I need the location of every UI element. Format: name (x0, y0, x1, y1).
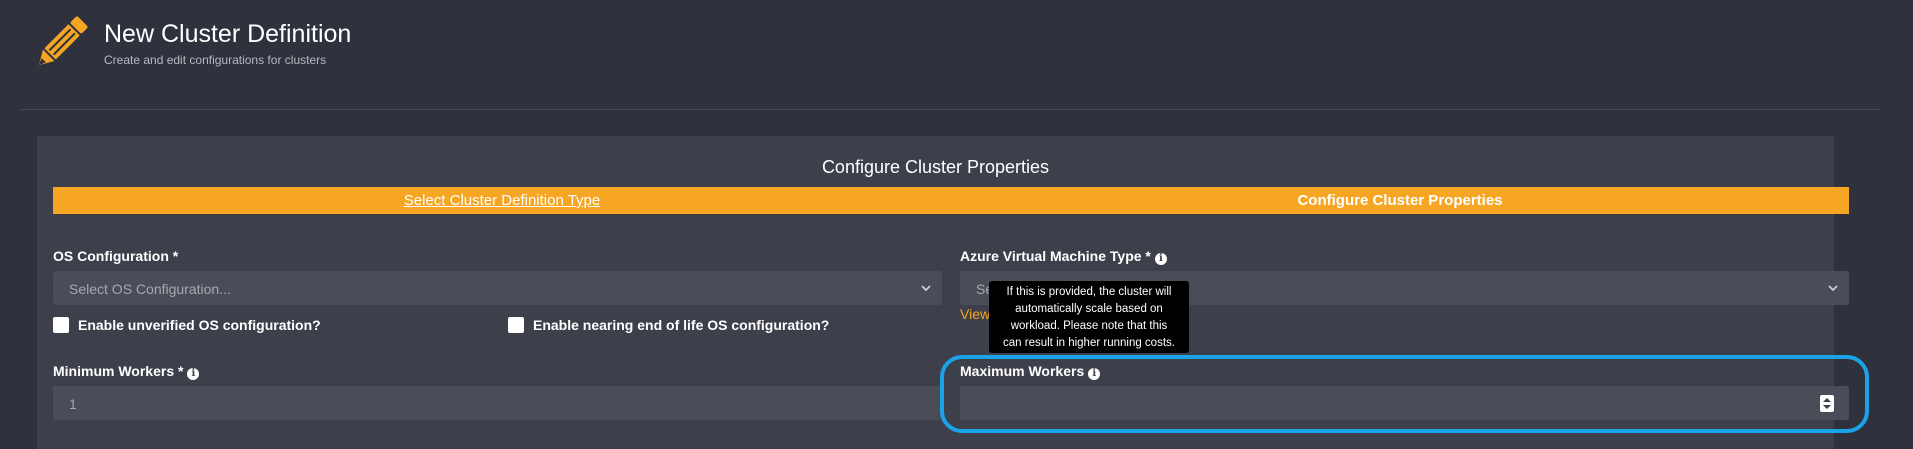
eol-os-row[interactable]: Enable nearing end of life OS configurat… (508, 317, 829, 333)
max-workers-tooltip: If this is provided, the cluster will au… (989, 281, 1189, 353)
os-config-label-text: OS Configuration * (53, 248, 179, 264)
os-config-label: OS Configuration * (53, 248, 178, 264)
unverified-os-checkbox[interactable] (53, 317, 69, 333)
header-divider (20, 109, 1880, 110)
info-icon[interactable]: i (1154, 253, 1167, 265)
page-header: New Cluster Definition Create and edit c… (0, 0, 1913, 110)
vm-type-label-text: Azure Virtual Machine Type * (960, 248, 1151, 264)
chevron-down-icon (921, 285, 931, 292)
eol-os-checkbox[interactable] (508, 317, 524, 333)
step-select-definition-type[interactable]: Select Cluster Definition Type (53, 187, 951, 214)
unverified-os-row[interactable]: Enable unverified OS configuration? (53, 317, 321, 333)
view-vm-types-link[interactable]: View (960, 306, 990, 322)
step-configure-properties: Configure Cluster Properties (1297, 192, 1503, 209)
tooltip-line: workload. Please note that this (1010, 320, 1168, 332)
min-workers-value: 1 (69, 396, 77, 412)
unverified-os-label: Enable unverified OS configuration? (78, 317, 321, 333)
chevron-down-icon (1828, 285, 1838, 292)
tooltip-line: can result in higher running costs. (1003, 337, 1175, 349)
eol-os-label: Enable nearing end of life OS configurat… (533, 317, 830, 333)
tooltip-line: automatically scale based on (1015, 303, 1163, 315)
min-workers-label-text: Minimum Workers * (53, 363, 184, 379)
panel-title: Configure Cluster Properties (821, 157, 1050, 177)
os-config-placeholder: Select OS Configuration... (69, 281, 231, 297)
pencil-icon (38, 16, 88, 66)
vm-type-label: Azure Virtual Machine Type * i (960, 248, 1167, 265)
min-workers-input[interactable]: 1 (53, 386, 942, 420)
info-icon[interactable]: i (187, 368, 200, 380)
step-bar: Select Cluster Definition Type Configure… (53, 187, 1849, 214)
page-title: New Cluster Definition (104, 20, 352, 48)
tooltip-line: If this is provided, the cluster will (1006, 286, 1172, 298)
max-workers-highlight (940, 355, 1869, 433)
page-subtitle: Create and edit configurations for clust… (104, 53, 327, 67)
min-workers-label: Minimum Workers * i (53, 363, 200, 380)
os-config-select[interactable]: Select OS Configuration... (53, 271, 942, 305)
